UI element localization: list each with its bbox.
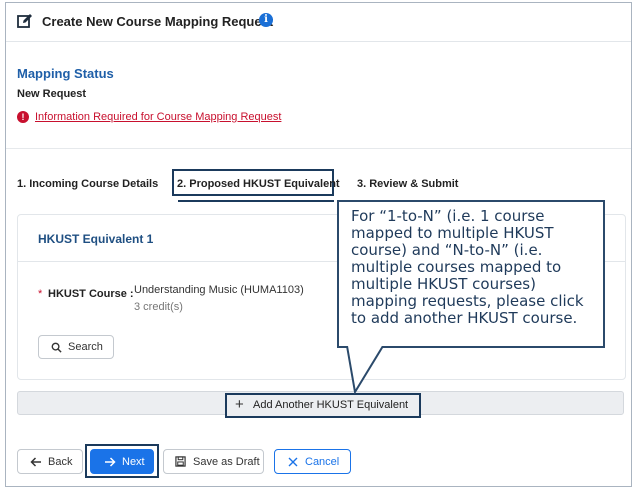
save-as-draft-button[interactable]: Save as Draft	[163, 449, 264, 474]
page-title: Create New Course Mapping Request	[42, 14, 274, 29]
active-tab-underline	[178, 200, 334, 202]
save-as-draft-label: Save as Draft	[193, 456, 260, 468]
callout-pointer	[346, 346, 384, 394]
info-icon[interactable]: i	[259, 13, 273, 27]
tab-review-submit[interactable]: 3. Review & Submit	[357, 178, 458, 190]
error-icon: !	[17, 111, 29, 123]
mapping-status-heading: Mapping Status	[17, 66, 114, 81]
card-title: HKUST Equivalent 1	[38, 232, 154, 246]
cancel-button[interactable]: Cancel	[274, 449, 351, 474]
hkust-course-label: HKUST Course :	[48, 288, 134, 300]
required-marker: *	[38, 288, 43, 300]
tab-proposed-hkust-equivalent[interactable]: 2. Proposed HKUST Equivalent	[177, 178, 340, 190]
cancel-button-label: Cancel	[305, 456, 340, 468]
information-required-link[interactable]: Information Required for Course Mapping …	[35, 111, 281, 123]
add-another-label: Add Another HKUST Equivalent	[253, 399, 409, 411]
arrow-right-icon	[105, 457, 116, 467]
back-button-label: Back	[48, 456, 73, 468]
search-button-label: Search	[68, 341, 103, 353]
plus-icon: +	[235, 396, 244, 413]
search-icon	[51, 342, 62, 353]
add-another-equivalent-button[interactable]: + Add Another HKUST Equivalent	[225, 393, 421, 418]
instruction-callout: For “1-to-N” (i.e. 1 course mapped to mu…	[337, 200, 605, 348]
back-button[interactable]: Back	[17, 449, 83, 474]
mapping-status-value: New Request	[17, 88, 87, 100]
edit-icon	[17, 14, 32, 28]
close-icon	[288, 457, 298, 467]
course-credit: 3 credit(s)	[134, 301, 183, 313]
next-button[interactable]: Next	[90, 449, 154, 474]
tab-incoming-course-details[interactable]: 1. Incoming Course Details	[17, 178, 158, 190]
next-button-label: Next	[122, 456, 145, 468]
section-divider	[6, 148, 631, 149]
arrow-left-icon	[30, 457, 41, 467]
save-icon	[175, 456, 186, 467]
panel-header: Create New Course Mapping Request i	[6, 3, 631, 42]
course-name: Understanding Music (HUMA1103)	[134, 284, 304, 296]
search-button[interactable]: Search	[38, 335, 114, 359]
